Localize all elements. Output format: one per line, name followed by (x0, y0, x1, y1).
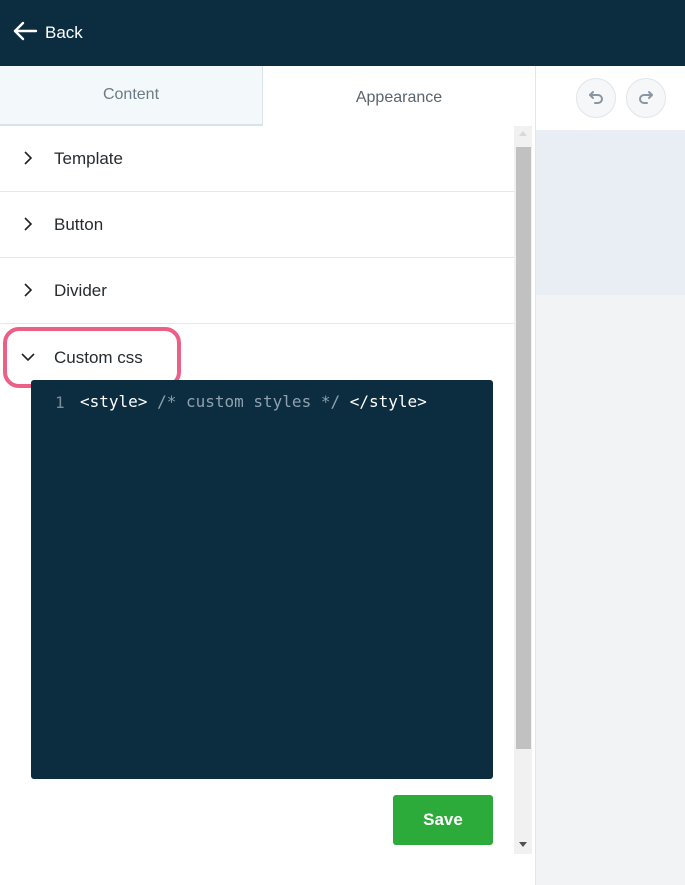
line-number: 1 (55, 393, 65, 412)
section-divider-label: Divider (54, 280, 107, 300)
undo-icon (589, 91, 603, 104)
section-divider-header[interactable]: Divider (0, 258, 514, 324)
history-toolbar (536, 66, 685, 130)
chevron-right-icon (24, 217, 33, 231)
section-button-label: Button (54, 214, 104, 234)
section-custom-css-label: Custom css (54, 348, 143, 367)
code-comment: /* custom styles */ (147, 392, 350, 411)
css-code-editor[interactable]: 1 <style> /* custom styles */ </style> (31, 380, 493, 779)
undo-button[interactable] (576, 78, 616, 118)
section-template-header[interactable]: Template (0, 126, 514, 192)
chevron-right-icon (24, 283, 33, 297)
chevron-down-icon (21, 353, 35, 362)
redo-button[interactable] (626, 78, 666, 118)
tab-appearance[interactable]: Appearance (263, 66, 535, 126)
back-button[interactable]: Back (12, 18, 83, 48)
code-close-tag: </style> (349, 392, 427, 411)
code-line: <style> /* custom styles */ </style> (80, 392, 427, 411)
redo-icon (639, 91, 653, 104)
tab-bar: Content Appearance (0, 66, 535, 126)
section-button-header[interactable]: Button (0, 192, 514, 258)
section-template-label: Template (54, 148, 123, 168)
preview-area (535, 66, 685, 885)
panel-scrollbar[interactable] (514, 126, 532, 854)
tab-content[interactable]: Content (0, 66, 263, 126)
code-open-tag: <style> (80, 392, 148, 411)
scroll-up-arrow-icon[interactable] (514, 126, 532, 142)
arrow-left-icon (12, 20, 38, 47)
preview-canvas (536, 130, 685, 295)
back-label: Back (45, 23, 83, 42)
top-bar: Back (0, 0, 685, 66)
scrollbar-thumb[interactable] (516, 147, 531, 749)
chevron-right-icon (24, 151, 33, 165)
save-button[interactable]: Save (393, 795, 493, 845)
scroll-down-arrow-icon[interactable] (514, 836, 532, 854)
